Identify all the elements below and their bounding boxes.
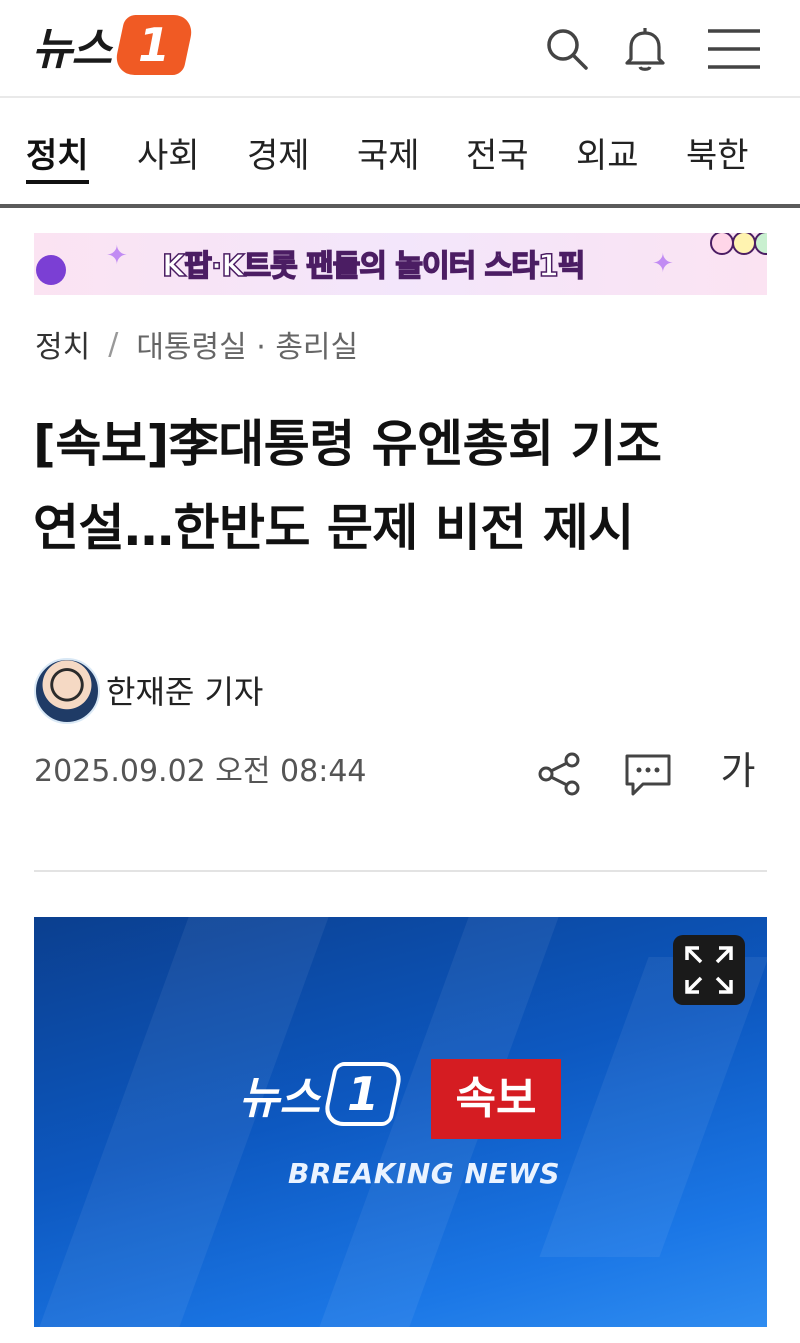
breadcrumb-subsection[interactable]: 대통령실 · 총리실 bbox=[136, 322, 358, 366]
breaking-news-caption: BREAKING NEWS bbox=[288, 1157, 561, 1190]
banner-text: K팝·K트롯 팬들의 놀이터 스타1픽 bbox=[161, 248, 586, 285]
sparkle-icon: ✦ bbox=[652, 249, 674, 279]
breadcrumb: 정치 / 대통령실 · 총리실 bbox=[35, 322, 358, 366]
news1-logo[interactable]: 뉴스 1 bbox=[32, 14, 196, 76]
site-header: 뉴스 1 bbox=[0, 0, 800, 98]
tab-politics[interactable]: 정치 bbox=[26, 134, 89, 184]
tab-economy[interactable]: 경제 bbox=[247, 134, 310, 178]
star1pick-banner[interactable]: ✦ ✦ K팝·K트롯 팬들의 놀이터 스타1픽 bbox=[34, 233, 767, 295]
article-headline: [속보]李대통령 유엔총회 기조 연설…한반도 문제 비전 제시 bbox=[33, 402, 773, 570]
author-avatar[interactable] bbox=[34, 658, 100, 724]
headline-line: 연설…한반도 문제 비전 제시 bbox=[33, 499, 634, 557]
divider bbox=[34, 870, 767, 872]
category-nav: 정치 사회 경제 국제 전국 외교 북한 bbox=[0, 100, 800, 208]
news1-image-logo: 뉴스 1 bbox=[239, 1062, 405, 1126]
share-icon[interactable] bbox=[532, 746, 588, 802]
bell-icon[interactable] bbox=[618, 22, 672, 76]
purple-mascot-icon bbox=[36, 255, 66, 285]
article-image[interactable]: 뉴스 1 속보 BREAKING NEWS bbox=[34, 917, 767, 1327]
search-icon[interactable] bbox=[540, 22, 594, 76]
expand-icon bbox=[685, 946, 733, 994]
logo-mark-digit: 1 bbox=[137, 18, 170, 72]
author-name[interactable]: 한재준 기자 bbox=[106, 670, 263, 714]
breadcrumb-section[interactable]: 정치 bbox=[35, 322, 90, 366]
logo-mark: 1 bbox=[112, 15, 196, 75]
tab-north-korea[interactable]: 북한 bbox=[686, 134, 749, 178]
menu-icon[interactable] bbox=[704, 22, 764, 76]
font-size-button[interactable]: 가 bbox=[713, 746, 763, 796]
image-logo-text: 뉴스 bbox=[239, 1073, 320, 1124]
tab-society[interactable]: 사회 bbox=[137, 134, 200, 178]
publish-date: 2025.09.02 오전 08:44 bbox=[34, 754, 367, 789]
comment-icon[interactable] bbox=[620, 746, 676, 802]
sparkle-icon: ✦ bbox=[106, 241, 128, 271]
image-logo-mark: 1 bbox=[321, 1062, 405, 1126]
image-logo-digit: 1 bbox=[346, 1067, 379, 1121]
headline-line: [속보]李대통령 유엔총회 기조 bbox=[33, 415, 662, 473]
tab-international[interactable]: 국제 bbox=[357, 134, 420, 178]
smiley-icon bbox=[710, 233, 734, 255]
flash-news-tag: 속보 bbox=[431, 1059, 561, 1139]
tab-diplomacy[interactable]: 외교 bbox=[576, 134, 639, 178]
smiley-icon bbox=[732, 233, 756, 255]
logo-text: 뉴스 bbox=[32, 24, 112, 75]
smiley-icon bbox=[754, 233, 767, 255]
tab-nationwide[interactable]: 전국 bbox=[466, 134, 529, 178]
breadcrumb-separator: / bbox=[108, 326, 119, 362]
expand-image-button[interactable] bbox=[673, 935, 745, 1005]
